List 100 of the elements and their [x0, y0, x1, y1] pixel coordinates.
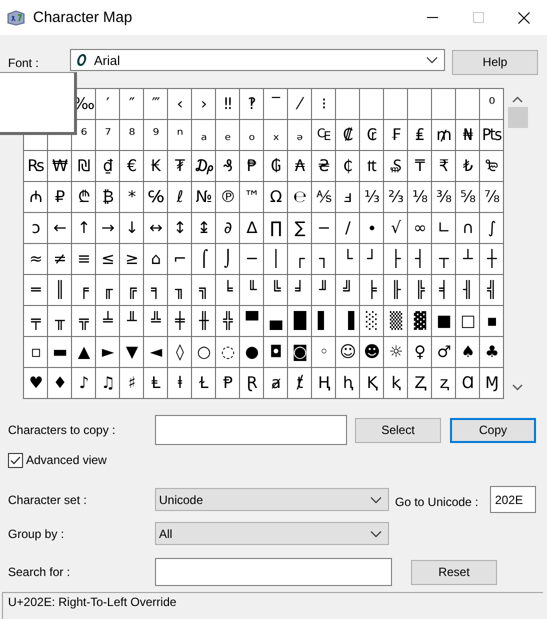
character-cell[interactable]: ⁰: [480, 89, 503, 119]
character-cell[interactable]: ⱦ: [288, 368, 311, 398]
character-cell[interactable]: ₲: [264, 151, 287, 181]
character-cell[interactable]: Ⱪ: [360, 368, 383, 398]
character-cell[interactable]: ┬: [432, 244, 455, 274]
character-cell[interactable]: €: [120, 151, 143, 181]
character-cell[interactable]: ₿: [96, 182, 119, 212]
character-cell[interactable]: ₐ: [192, 120, 215, 150]
character-cell[interactable]: ‾: [264, 89, 287, 119]
character-cell[interactable]: ≡: [72, 244, 95, 274]
character-cell[interactable]: ↨: [192, 213, 215, 243]
character-cell[interactable]: ₱: [240, 151, 263, 181]
character-cell[interactable]: ↕: [168, 213, 191, 243]
character-cell[interactable]: ⅝: [456, 182, 479, 212]
character-cell[interactable]: ₫: [96, 151, 119, 181]
character-cell[interactable]: ∟: [432, 213, 455, 243]
close-icon[interactable]: [518, 12, 530, 24]
character-cell[interactable]: ₯: [192, 151, 215, 181]
character-cell[interactable]: ⱡ: [168, 368, 191, 398]
character-cell[interactable]: ⌡: [216, 244, 239, 274]
character-cell[interactable]: ″: [120, 89, 143, 119]
character-cell[interactable]: ₮: [168, 151, 191, 181]
character-cell[interactable]: ┌: [288, 244, 311, 274]
character-cell[interactable]: ╡: [432, 275, 455, 305]
character-cell[interactable]: ‼: [216, 89, 239, 119]
character-cell[interactable]: ‴: [144, 89, 167, 119]
character-cell[interactable]: ╫: [192, 306, 215, 336]
character-cell[interactable]: ⅎ: [336, 182, 359, 212]
character-cell[interactable]: ℗: [216, 182, 239, 212]
character-cell[interactable]: Ɽ: [240, 368, 263, 398]
character-cell[interactable]: ₪: [72, 151, 95, 181]
character-cell[interactable]: ⌐: [168, 244, 191, 274]
character-cell[interactable]: └: [336, 244, 359, 274]
character-cell[interactable]: ₥: [432, 120, 455, 150]
character-cell[interactable]: ₑ: [216, 120, 239, 150]
character-cell[interactable]: ↓: [120, 213, 143, 243]
character-cell[interactable]: ╗: [192, 275, 215, 305]
character-cell[interactable]: ►: [96, 337, 119, 367]
character-cell[interactable]: ─: [240, 244, 263, 274]
character-cell[interactable]: *: [120, 182, 143, 212]
character-cell[interactable]: ◊: [168, 337, 191, 367]
character-cell[interactable]: │: [264, 244, 287, 274]
character-cell[interactable]: ⌠: [192, 244, 215, 274]
select-button[interactable]: Select: [355, 418, 441, 442]
character-cell[interactable]: ⅍: [312, 182, 335, 212]
scroll-down-icon[interactable]: [512, 384, 523, 391]
character-cell[interactable]: Ᵽ: [216, 368, 239, 398]
character-cell[interactable]: ╒: [72, 275, 95, 305]
character-cell[interactable]: ↄ: [24, 213, 47, 243]
copy-button[interactable]: Copy: [450, 418, 536, 442]
character-cell[interactable]: ₹: [432, 151, 455, 181]
character-cell[interactable]: ╓: [96, 275, 119, 305]
character-cell[interactable]: ⅔: [384, 182, 407, 212]
character-cell[interactable]: ▀: [240, 306, 263, 336]
character-cell[interactable]: ╠: [408, 275, 431, 305]
help-button[interactable]: Help: [452, 50, 538, 74]
character-cell[interactable]: ┤: [408, 244, 431, 274]
character-cell[interactable]: ₧: [480, 120, 503, 150]
character-cell[interactable]: ⱨ: [336, 368, 359, 398]
character-cell[interactable]: Ɫ: [192, 368, 215, 398]
character-cell[interactable]: №: [192, 182, 215, 212]
character-cell[interactable]: ╪: [168, 306, 191, 336]
character-cell[interactable]: ′: [96, 89, 119, 119]
character-cell[interactable]: ™: [240, 182, 263, 212]
character-cell[interactable]: ◙: [288, 337, 311, 367]
character-cell[interactable]: ▌: [312, 306, 335, 336]
character-cell[interactable]: ╬: [216, 306, 239, 336]
character-cell[interactable]: ℓ: [168, 182, 191, 212]
character-cell[interactable]: ₭: [144, 151, 167, 181]
character-cell[interactable]: ⱪ: [384, 368, 407, 398]
character-cell[interactable]: ░: [360, 306, 383, 336]
character-cell[interactable]: ♥: [24, 368, 47, 398]
character-cell[interactable]: ⁹: [144, 120, 167, 150]
character-cell[interactable]: ╦: [72, 306, 95, 336]
character-cell[interactable]: ₓ: [264, 120, 287, 150]
character-cell[interactable]: ▫: [24, 337, 47, 367]
character-cell[interactable]: Ɱ: [480, 368, 503, 398]
character-cell[interactable]: ▓: [408, 306, 431, 336]
character-cell[interactable]: ₴: [312, 151, 335, 181]
character-cell[interactable]: ∙: [360, 213, 383, 243]
character-cell[interactable]: ╞: [360, 275, 383, 305]
character-cell[interactable]: ◌: [216, 337, 239, 367]
character-cell[interactable]: ⅛: [408, 182, 431, 212]
character-cell[interactable]: ⱬ: [432, 368, 455, 398]
character-cell[interactable]: ╧: [96, 306, 119, 336]
character-cell[interactable]: ☺: [336, 337, 359, 367]
character-cell[interactable]: ∩: [456, 213, 479, 243]
character-cell[interactable]: ☼: [384, 337, 407, 367]
character-cell[interactable]: ⅜: [432, 182, 455, 212]
go-to-unicode-field[interactable]: 202E: [490, 486, 536, 513]
character-cell[interactable]: ₼: [24, 182, 47, 212]
character-cell[interactable]: ∕: [336, 213, 359, 243]
character-cell[interactable]: ₠: [312, 120, 335, 150]
character-set-dropdown[interactable]: Unicode: [155, 488, 389, 511]
character-cell[interactable]: Ⱬ: [408, 368, 431, 398]
character-cell[interactable]: ₶: [360, 151, 383, 181]
character-cell[interactable]: ₡: [336, 120, 359, 150]
character-cell[interactable]: ∑: [288, 213, 311, 243]
character-cell[interactable]: ┼: [480, 244, 503, 274]
character-cell[interactable]: →: [96, 213, 119, 243]
